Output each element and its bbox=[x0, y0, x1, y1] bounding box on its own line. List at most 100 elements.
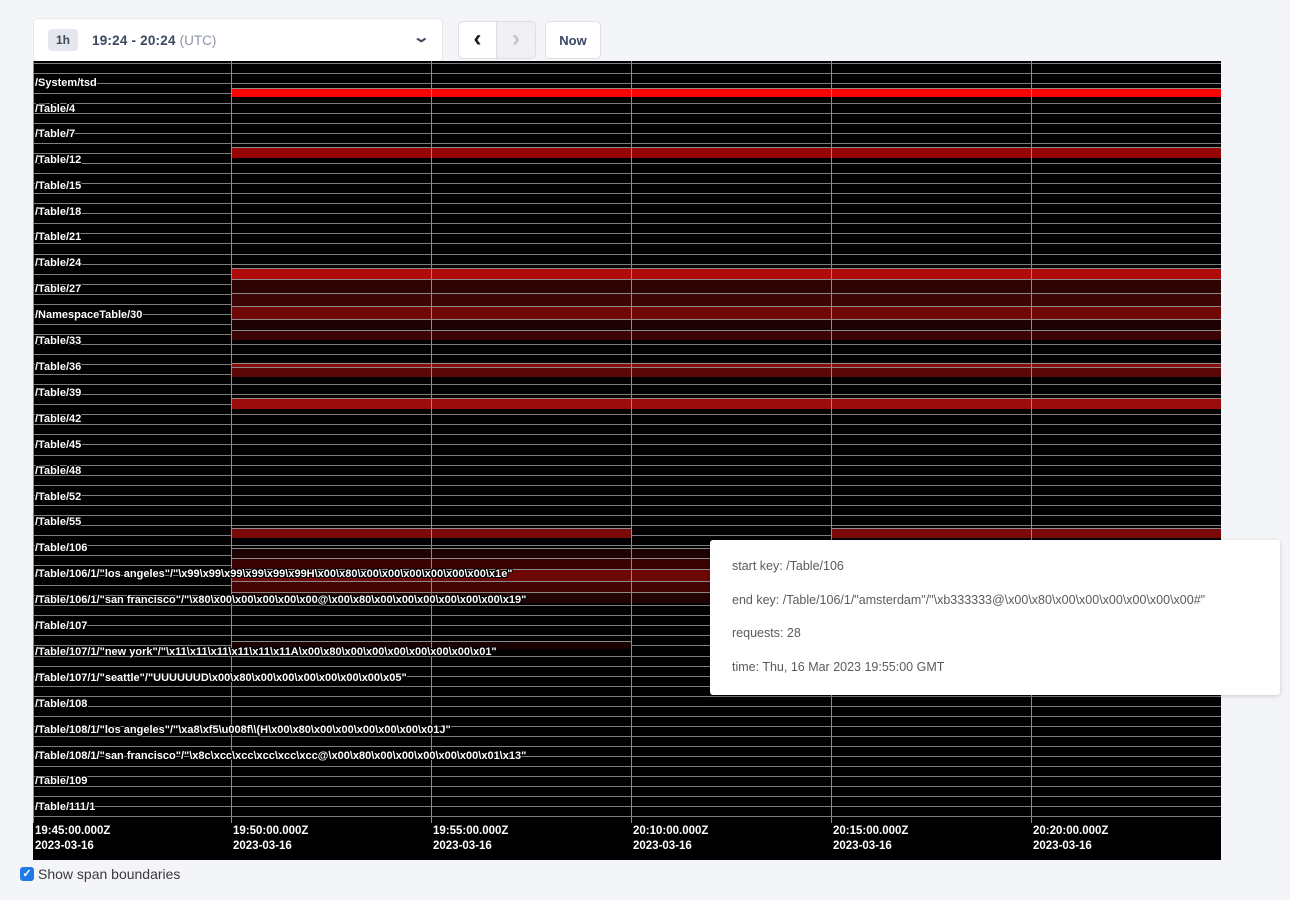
tick-time: 19:45:00.000Z bbox=[35, 824, 110, 839]
tick-time: 20:15:00.000Z bbox=[833, 824, 908, 839]
tick-date: 2023-03-16 bbox=[833, 839, 908, 854]
span-boundary-line bbox=[33, 485, 1221, 486]
heat-band[interactable] bbox=[831, 268, 1031, 279]
span-boundary-line bbox=[33, 465, 1221, 466]
heat-band[interactable] bbox=[431, 279, 631, 293]
heat-band[interactable] bbox=[831, 88, 1031, 97]
heat-band[interactable] bbox=[631, 398, 831, 409]
chevron-down-icon: ⌄ bbox=[413, 30, 431, 45]
heat-band[interactable] bbox=[1031, 398, 1221, 409]
heat-band[interactable] bbox=[431, 528, 631, 538]
heat-band[interactable] bbox=[631, 88, 831, 97]
heat-band[interactable] bbox=[231, 319, 431, 330]
now-button[interactable]: Now bbox=[545, 21, 601, 59]
time-range-dropdown[interactable]: 1h 19:24 - 20:24 (UTC) ⌄ bbox=[33, 18, 443, 62]
heat-band[interactable] bbox=[1031, 293, 1221, 306]
heat-band[interactable] bbox=[231, 147, 431, 158]
heat-band[interactable] bbox=[1031, 528, 1221, 538]
span-label: /Table/106/1/"san francisco"/"\x80\x00\x… bbox=[35, 594, 526, 606]
heat-band[interactable] bbox=[431, 319, 631, 330]
span-boundary-line bbox=[33, 143, 1221, 144]
tick-date: 2023-03-16 bbox=[233, 839, 308, 854]
heat-band[interactable] bbox=[231, 268, 431, 279]
span-boundary-line bbox=[33, 766, 1221, 767]
heat-band[interactable] bbox=[231, 548, 431, 558]
heat-band[interactable] bbox=[1031, 147, 1221, 158]
heat-band[interactable] bbox=[831, 279, 1031, 293]
heat-band[interactable] bbox=[231, 330, 431, 340]
span-boundary-line bbox=[33, 354, 1221, 355]
heat-band[interactable] bbox=[431, 330, 631, 340]
span-label: /Table/7 bbox=[35, 128, 75, 140]
heat-band[interactable] bbox=[231, 398, 431, 409]
heat-band[interactable] bbox=[231, 528, 431, 538]
span-boundary-line bbox=[33, 716, 1221, 717]
heat-band[interactable] bbox=[431, 581, 631, 592]
tooltip-requests: requests: 28 bbox=[732, 617, 1270, 651]
heat-band[interactable] bbox=[831, 147, 1031, 158]
span-label: /Table/21 bbox=[35, 231, 81, 243]
heat-band[interactable] bbox=[431, 88, 631, 97]
heat-band[interactable] bbox=[631, 279, 831, 293]
heat-band[interactable] bbox=[1031, 367, 1221, 377]
heat-band[interactable] bbox=[831, 398, 1031, 409]
heat-band[interactable] bbox=[631, 367, 831, 377]
heat-band[interactable] bbox=[831, 330, 1031, 340]
heat-band[interactable] bbox=[431, 306, 631, 319]
heat-band[interactable] bbox=[831, 319, 1031, 330]
span-label: /System/tsd bbox=[35, 77, 97, 89]
heat-band[interactable] bbox=[631, 330, 831, 340]
span-boundary-line bbox=[33, 394, 1221, 395]
tooltip-end-key: end key: /Table/106/1/"amsterdam"/"\xb33… bbox=[732, 584, 1270, 618]
heat-band[interactable] bbox=[831, 306, 1031, 319]
heat-band[interactable] bbox=[431, 367, 631, 377]
next-range-button[interactable]: › bbox=[497, 21, 536, 59]
heat-band[interactable] bbox=[831, 293, 1031, 306]
span-boundary-line bbox=[33, 696, 1221, 697]
time-boundary-line bbox=[33, 61, 34, 823]
time-boundary-line bbox=[1031, 61, 1032, 823]
heat-band[interactable] bbox=[431, 268, 631, 279]
span-boundary-line bbox=[33, 495, 1221, 496]
heat-band[interactable] bbox=[631, 306, 831, 319]
heat-band[interactable] bbox=[431, 548, 631, 558]
show-span-boundaries-checkbox[interactable]: ✓ bbox=[20, 867, 34, 881]
heat-band[interactable] bbox=[831, 528, 1031, 538]
chevron-left-icon: ‹ bbox=[474, 27, 482, 51]
heat-band[interactable] bbox=[1031, 268, 1221, 279]
heat-band[interactable] bbox=[1031, 319, 1221, 330]
span-boundary-line bbox=[33, 123, 1221, 124]
heat-band[interactable] bbox=[231, 293, 431, 306]
heatmap-canvas[interactable]: /System/tsd/Table/4/Table/7/Table/12/Tab… bbox=[33, 61, 1221, 860]
span-boundary-line bbox=[33, 223, 1221, 224]
span-label: /Table/18 bbox=[35, 206, 81, 218]
heat-band[interactable] bbox=[231, 367, 431, 377]
heat-band[interactable] bbox=[231, 306, 431, 319]
heat-band[interactable] bbox=[431, 398, 631, 409]
tooltip-start-key: start key: /Table/106 bbox=[732, 550, 1270, 584]
heat-band[interactable] bbox=[1031, 88, 1221, 97]
span-boundary-line bbox=[33, 203, 1221, 204]
heat-band[interactable] bbox=[231, 581, 431, 592]
heat-band[interactable] bbox=[631, 293, 831, 306]
heat-band[interactable] bbox=[631, 268, 831, 279]
span-boundary-line bbox=[33, 233, 1221, 234]
time-preset-badge: 1h bbox=[48, 29, 78, 51]
heat-band[interactable] bbox=[1031, 279, 1221, 293]
span-boundary-line bbox=[33, 806, 1221, 807]
heat-band[interactable] bbox=[1031, 330, 1221, 340]
heat-band[interactable] bbox=[231, 279, 431, 293]
prev-range-button[interactable]: ‹ bbox=[458, 21, 497, 59]
heat-band[interactable] bbox=[431, 293, 631, 306]
span-boundary-line bbox=[33, 264, 1221, 265]
heat-band[interactable] bbox=[431, 147, 631, 158]
span-label: /Table/107 bbox=[35, 620, 87, 632]
span-boundary-line bbox=[33, 434, 1221, 435]
span-boundary-line bbox=[33, 515, 1221, 516]
heat-band[interactable] bbox=[1031, 306, 1221, 319]
heat-band[interactable] bbox=[631, 319, 831, 330]
heat-band[interactable] bbox=[631, 147, 831, 158]
x-axis-tick-label: 19:50:00.000Z2023-03-16 bbox=[233, 824, 308, 854]
heat-band[interactable] bbox=[231, 88, 431, 97]
heat-band[interactable] bbox=[831, 367, 1031, 377]
